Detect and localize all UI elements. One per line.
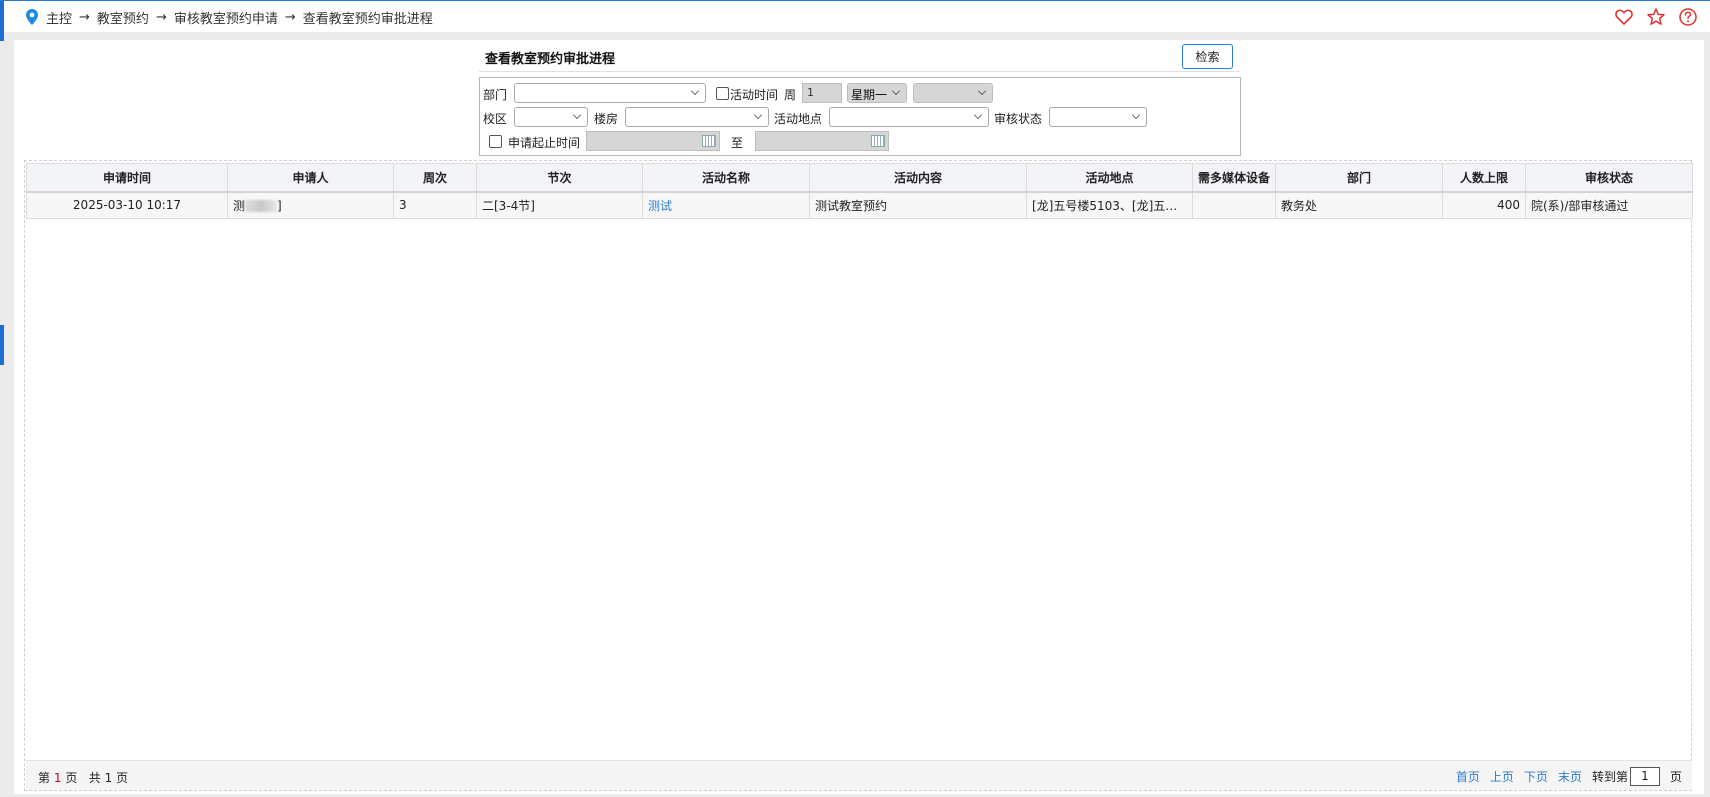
content-frame <box>24 160 1692 791</box>
location-select[interactable] <box>829 107 989 127</box>
top-actions <box>1614 7 1698 27</box>
breadcrumb-arrow: → <box>155 9 167 25</box>
col-activity-content[interactable]: 活动内容 <box>809 163 1027 193</box>
left-side-stripe <box>0 325 4 365</box>
week-input[interactable]: 1 <box>802 83 842 103</box>
calendar-icon[interactable] <box>871 135 885 147</box>
chevron-down-icon <box>1132 111 1140 119</box>
help-icon[interactable] <box>1678 7 1698 27</box>
campus-select[interactable] <box>514 107 588 127</box>
location-pin-icon <box>26 9 38 25</box>
page-unit: 页 <box>116 771 129 785</box>
applicant-prefix: 测 <box>233 198 246 213</box>
dept-select[interactable] <box>514 83 706 103</box>
weekday-value: 星期一 <box>851 88 888 102</box>
cell-activity-content: 测试教室预约 <box>809 191 1027 219</box>
page-unit: 页 <box>65 771 78 785</box>
first-page-link[interactable]: 首页 <box>1456 768 1480 785</box>
breadcrumb-item-reservation[interactable]: 教室预约 <box>97 8 149 27</box>
weekday-select[interactable]: 星期一 <box>847 83 907 103</box>
total-prefix: 共 <box>88 771 101 785</box>
col-week[interactable]: 周次 <box>393 163 477 193</box>
filter-panel: 部门 活动时间 周 1 星期一 校区 楼房 活动地点 审核状态 申请起止时间 至 <box>479 77 1241 156</box>
col-period[interactable]: 节次 <box>476 163 643 193</box>
col-location[interactable]: 活动地点 <box>1026 163 1193 193</box>
chevron-down-icon <box>573 111 581 119</box>
col-apply-time[interactable]: 申请时间 <box>26 163 228 193</box>
activity-name-link[interactable]: 测试 <box>648 199 672 213</box>
breadcrumb-arrow: → <box>284 9 296 25</box>
page-title: 查看教室预约审批进程 <box>485 52 616 67</box>
building-select[interactable] <box>625 107 769 127</box>
cell-location: [龙]五号楼5103、[龙]五号... <box>1026 191 1193 219</box>
goto-page-input[interactable]: 1 <box>1629 767 1660 786</box>
campus-label: 校区 <box>483 112 508 126</box>
results-table: 申请时间 申请人 周次 节次 活动名称 活动内容 活动地点 需多媒体设备 部门 … <box>26 163 1693 219</box>
cell-multimedia <box>1192 191 1276 219</box>
total-pages: 1 <box>104 771 113 785</box>
cell-capacity: 400 <box>1442 191 1526 219</box>
next-page-link[interactable]: 下页 <box>1524 768 1548 785</box>
left-accent-bar <box>0 1 4 41</box>
breadcrumb-item-current: 查看教室预约审批进程 <box>302 11 433 27</box>
breadcrumb-item-home[interactable]: 主控 <box>46 8 72 27</box>
heart-icon[interactable] <box>1614 7 1634 27</box>
breadcrumb-item-review[interactable]: 审核教室预约申请 <box>174 8 278 27</box>
apply-range-checkbox[interactable] <box>489 135 502 148</box>
apply-end-input[interactable] <box>755 131 889 151</box>
cell-apply-time: 2025-03-10 10:17 <box>26 191 228 219</box>
chevron-down-icon <box>978 87 986 95</box>
chevron-down-icon <box>974 111 982 119</box>
chevron-down-icon <box>754 111 762 119</box>
page-info: 第 1 页 共 1 页 <box>38 769 128 786</box>
week-label: 周 <box>784 88 797 102</box>
table-header-row: 申请时间 申请人 周次 节次 活动名称 活动内容 活动地点 需多媒体设备 部门 … <box>26 163 1693 193</box>
cell-status: 院(系)/部审核通过 <box>1525 191 1693 219</box>
applicant-suffix: ] <box>277 198 282 213</box>
current-page: 1 <box>53 771 62 785</box>
to-label: 至 <box>731 136 744 150</box>
cell-applicant: 测] <box>227 191 394 219</box>
col-activity-name[interactable]: 活动名称 <box>642 163 810 193</box>
calendar-icon[interactable] <box>702 135 716 147</box>
apply-range-label: 申请起止时间 <box>508 136 581 150</box>
status-select[interactable] <box>1049 107 1147 127</box>
apply-start-input[interactable] <box>586 131 720 151</box>
location-label: 活动地点 <box>774 112 823 126</box>
building-label: 楼房 <box>594 112 619 126</box>
cell-period: 二[3-4节] <box>476 191 643 219</box>
status-label: 审核状态 <box>994 112 1043 126</box>
redacted-name <box>245 200 278 213</box>
chevron-down-icon <box>892 87 900 95</box>
period-select[interactable] <box>913 83 993 103</box>
goto-label: 转到第 <box>1591 770 1628 784</box>
title-divider <box>479 71 1240 72</box>
col-multimedia[interactable]: 需多媒体设备 <box>1192 163 1276 193</box>
top-bar: 主控 → 教室预约 → 审核教室预约申请 → 查看教室预约审批进程 <box>0 0 1710 41</box>
activity-time-label: 活动时间 <box>730 88 779 102</box>
prev-page-link[interactable]: 上页 <box>1490 768 1514 785</box>
breadcrumb: 主控 → 教室预约 → 审核教室预约申请 → 查看教室预约审批进程 <box>24 8 433 27</box>
dept-label: 部门 <box>483 88 508 102</box>
col-capacity[interactable]: 人数上限 <box>1442 163 1526 193</box>
search-button[interactable]: 检索 <box>1182 44 1233 69</box>
pagination-bar: 第 1 页 共 1 页 首页 上页 下页 末页 转到第 1 页 <box>26 760 1692 790</box>
col-applicant[interactable]: 申请人 <box>227 163 394 193</box>
star-icon[interactable] <box>1646 7 1666 27</box>
page-prefix: 第 <box>38 771 51 785</box>
goto-suffix: 页 <box>1669 770 1682 784</box>
col-department[interactable]: 部门 <box>1275 163 1443 193</box>
cell-week: 3 <box>393 191 477 219</box>
cell-activity-name: 测试 <box>642 191 810 219</box>
table-row[interactable]: 2025-03-10 10:17 测] 3 二[3-4节] 测试 测试教室预约 … <box>26 191 1693 219</box>
breadcrumb-arrow: → <box>79 9 90 25</box>
last-page-link[interactable]: 末页 <box>1558 768 1582 785</box>
cell-department: 教务处 <box>1275 191 1443 219</box>
activity-time-checkbox[interactable] <box>716 87 729 100</box>
chevron-down-icon <box>691 87 699 95</box>
col-status[interactable]: 审核状态 <box>1525 163 1693 193</box>
page-nav: 首页 上页 下页 末页 转到第 1 页 <box>1456 767 1682 786</box>
